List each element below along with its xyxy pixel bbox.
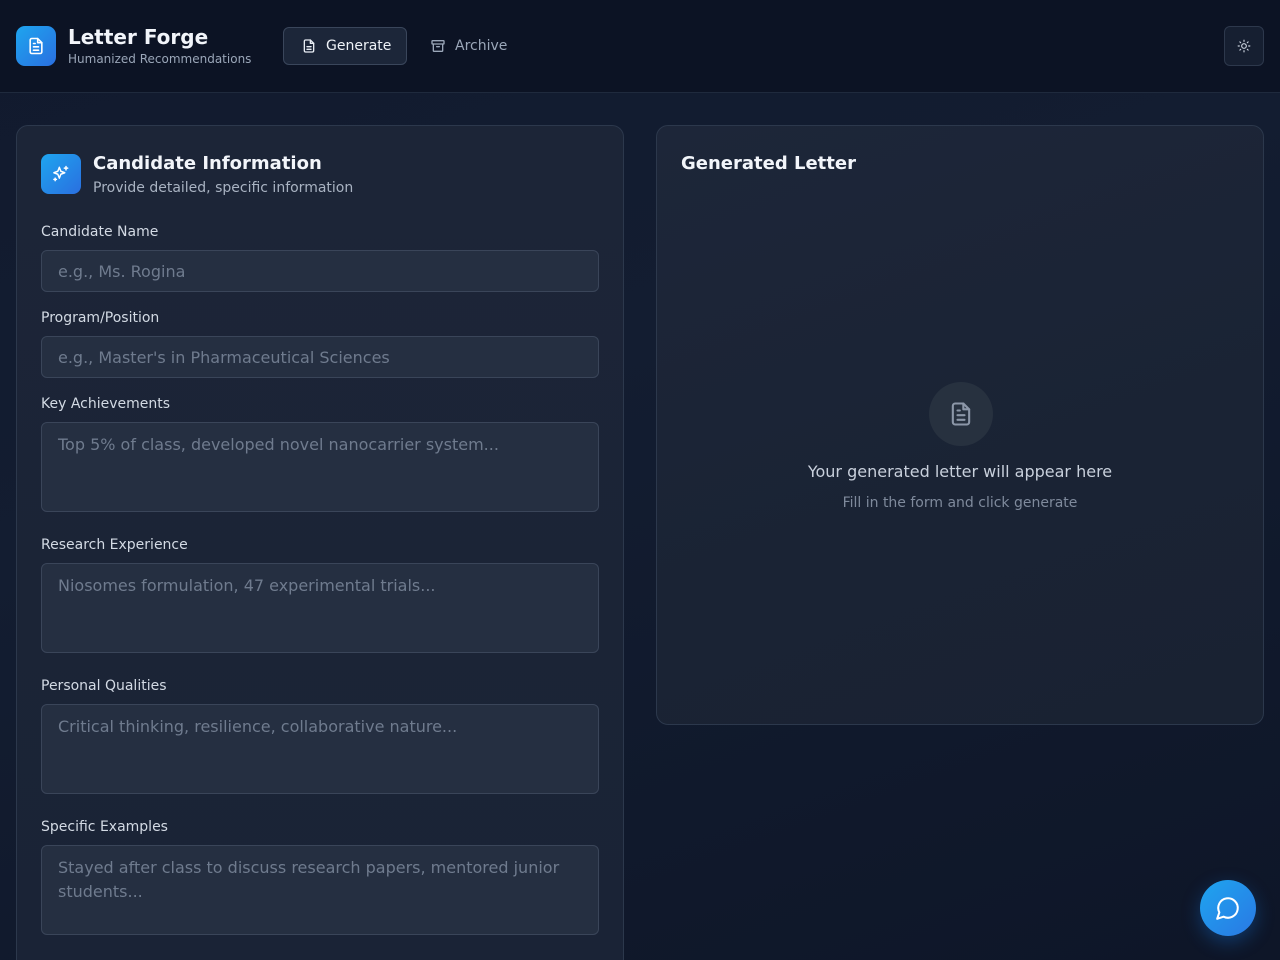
program-position-label: Program/Position: [41, 310, 160, 326]
theme-toggle-button[interactable]: [1224, 26, 1264, 66]
form-subtitle: Provide detailed, specific information: [93, 180, 354, 196]
empty-state-badge: [929, 382, 993, 446]
program-position-input[interactable]: [41, 336, 599, 378]
sparkles-icon: [53, 165, 69, 182]
archive-icon: [431, 40, 445, 52]
candidate-form-card: Candidate Information Provide detailed, …: [16, 125, 624, 960]
nav-generate-button[interactable]: Generate: [283, 27, 407, 65]
sun-icon: [1237, 39, 1251, 53]
generated-letter-card: Generated Letter Your generated letter w…: [656, 125, 1264, 725]
output-title: Generated Letter: [681, 153, 856, 174]
brand-title: Letter Forge: [68, 25, 209, 49]
key-achievements-textarea[interactable]: [41, 422, 599, 512]
document-icon: [29, 37, 43, 55]
specific-examples-textarea[interactable]: [41, 845, 599, 935]
nav-archive-label: Archive: [455, 38, 508, 54]
sparkles-badge: [41, 154, 81, 194]
brand-subtitle: Humanized Recommendations: [68, 52, 252, 66]
specific-examples-label: Specific Examples: [41, 819, 168, 835]
document-icon: [951, 402, 971, 426]
document-icon: [303, 39, 315, 53]
empty-state-subtitle: Fill in the form and click generate: [842, 495, 1078, 511]
candidate-name-input[interactable]: [41, 250, 599, 292]
chat-bubble-icon: [1216, 897, 1239, 920]
app-logo[interactable]: [16, 26, 56, 66]
app-page: Letter Forge Humanized Recommendations G…: [0, 0, 1280, 960]
chat-button[interactable]: [1200, 880, 1256, 936]
top-bar: Letter Forge Humanized Recommendations G…: [0, 0, 1280, 93]
key-achievements-label: Key Achievements: [41, 396, 171, 412]
candidate-name-label: Candidate Name: [41, 224, 159, 240]
research-experience-textarea[interactable]: [41, 563, 599, 653]
form-title: Candidate Information: [93, 153, 322, 174]
personal-qualities-label: Personal Qualities: [41, 678, 167, 694]
nav-generate-label: Generate: [326, 38, 392, 54]
personal-qualities-textarea[interactable]: [41, 704, 599, 794]
research-experience-label: Research Experience: [41, 537, 188, 553]
nav-archive-button[interactable]: Archive: [430, 27, 520, 65]
empty-state-title: Your generated letter will appear here: [807, 462, 1113, 481]
